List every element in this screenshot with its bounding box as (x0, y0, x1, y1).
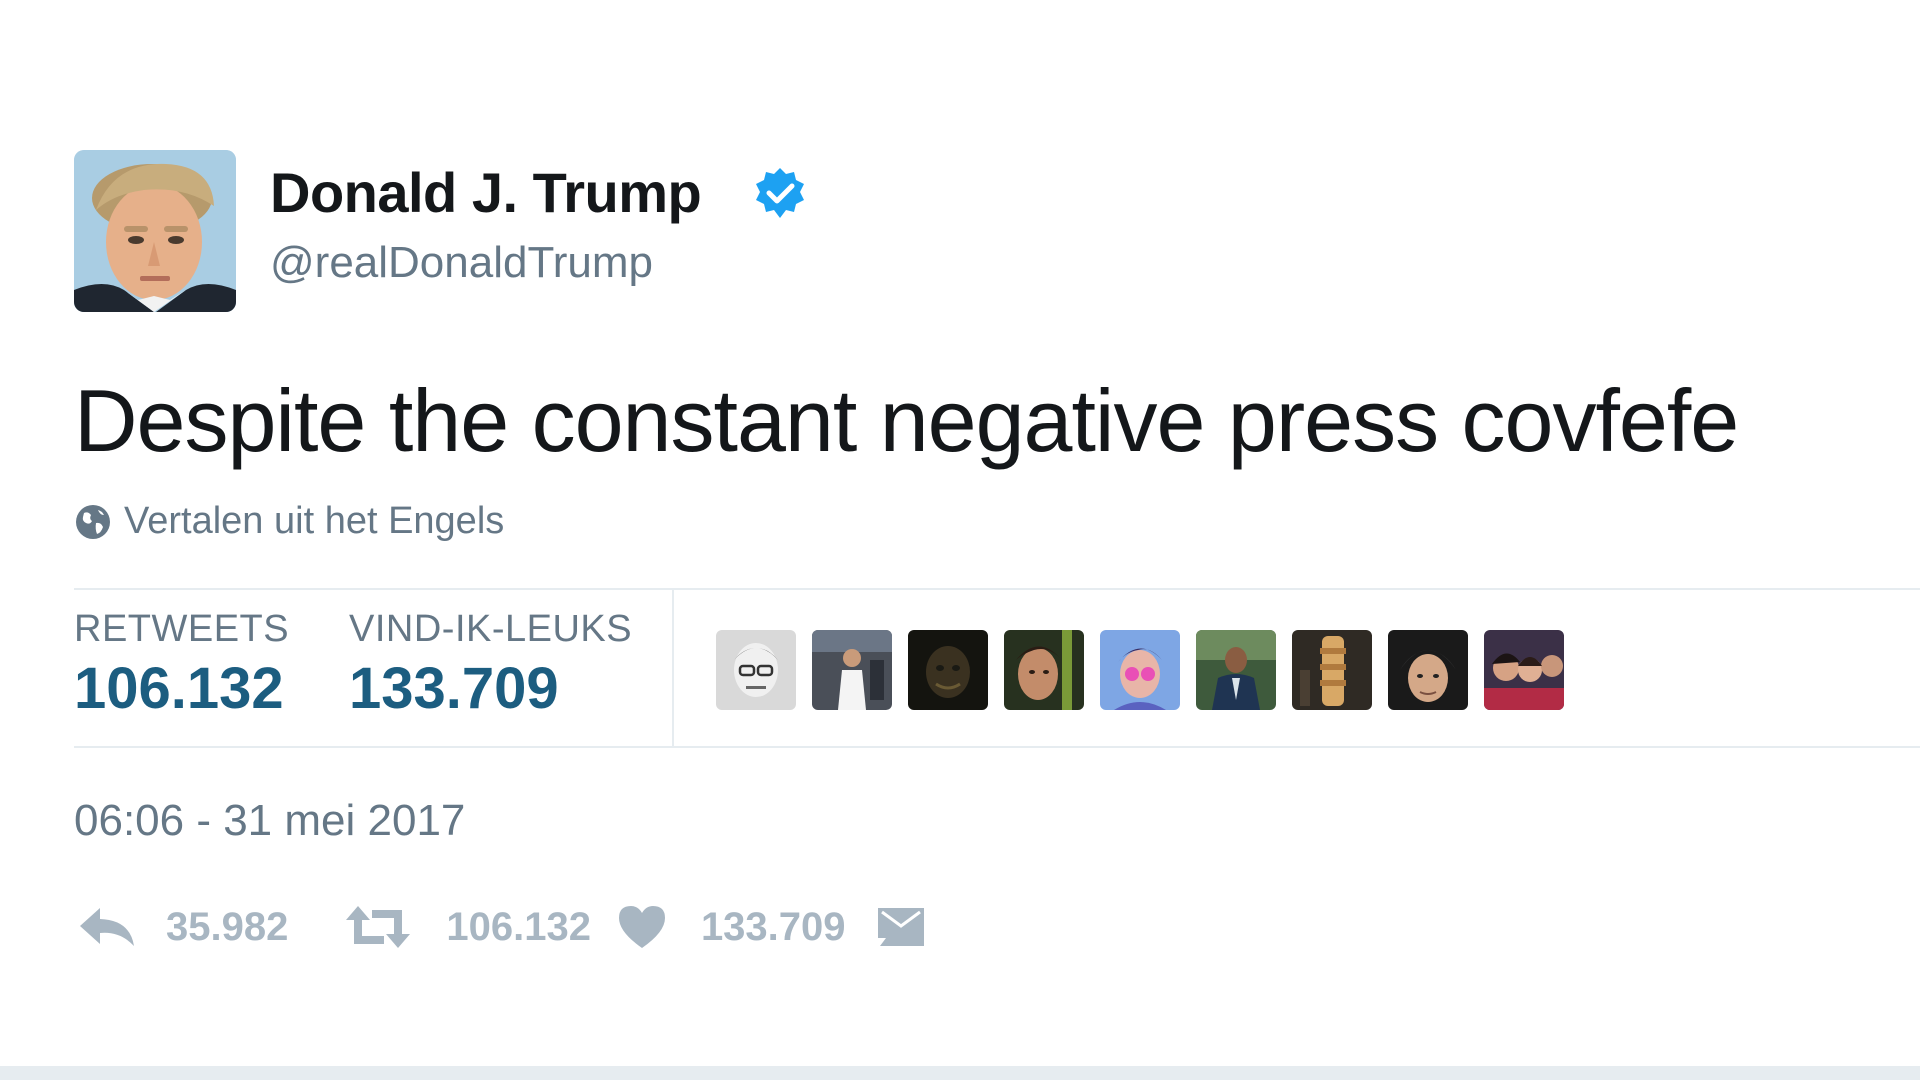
tweet-timestamp[interactable]: 06:06 - 31 mei 2017 (74, 796, 465, 846)
retweet-button[interactable]: 106.132 (344, 904, 591, 950)
translate-link[interactable]: Vertalen uit het Engels (74, 500, 504, 543)
retweet-count: 106.132 (446, 904, 591, 949)
liker-avatar[interactable] (716, 630, 796, 710)
tweet-actions: 35.982 106.132 133.709 (78, 904, 926, 950)
reply-button[interactable]: 35.982 (78, 904, 288, 950)
liker-avatars (716, 630, 1564, 710)
liker-avatar[interactable] (1196, 630, 1276, 710)
likes-label: VIND-IK-LEUKS (349, 608, 633, 650)
liker-avatar[interactable] (1004, 630, 1084, 710)
author-avatar[interactable] (74, 150, 236, 312)
liker-avatar[interactable] (1388, 630, 1468, 710)
globe-icon (76, 504, 110, 539)
stats-divider (672, 590, 674, 746)
page-footer-bar (0, 1066, 1920, 1080)
liker-avatar[interactable] (908, 630, 988, 710)
liker-avatar[interactable] (1100, 630, 1180, 710)
verified-badge-icon (756, 168, 804, 218)
likes-stat[interactable]: VIND-IK-LEUKS 133.709 (349, 608, 632, 722)
reply-icon (80, 908, 134, 946)
tweet-page: Donald J. Trump @realDonaldTrump Despite… (0, 0, 1920, 1080)
liker-avatar[interactable] (1484, 630, 1564, 710)
liker-avatar[interactable] (812, 630, 892, 710)
tweet-stats: RETWEETS 106.132 VIND-IK-LEUKS 133.709 (74, 588, 1920, 748)
retweets-stat[interactable]: RETWEETS 106.132 (74, 608, 289, 722)
like-count: 133.709 (700, 904, 846, 949)
tweet-text: Despite the constant negative press covf… (74, 371, 1739, 470)
retweets-value: 106.132 (74, 656, 284, 721)
envelope-icon (877, 908, 924, 946)
translate-label: Vertalen uit het Engels (124, 500, 505, 542)
reply-count: 35.982 (166, 904, 289, 949)
like-button[interactable]: 133.709 (617, 904, 846, 950)
liker-avatar[interactable] (1292, 630, 1372, 710)
retweet-icon (346, 906, 411, 948)
likes-value: 133.709 (349, 656, 559, 721)
direct-message-button[interactable] (876, 904, 926, 950)
author-handle[interactable]: @realDonaldTrump (270, 238, 653, 288)
heart-icon (618, 906, 665, 948)
author-display-name[interactable]: Donald J. Trump (270, 160, 702, 225)
retweets-label: RETWEETS (74, 608, 290, 650)
